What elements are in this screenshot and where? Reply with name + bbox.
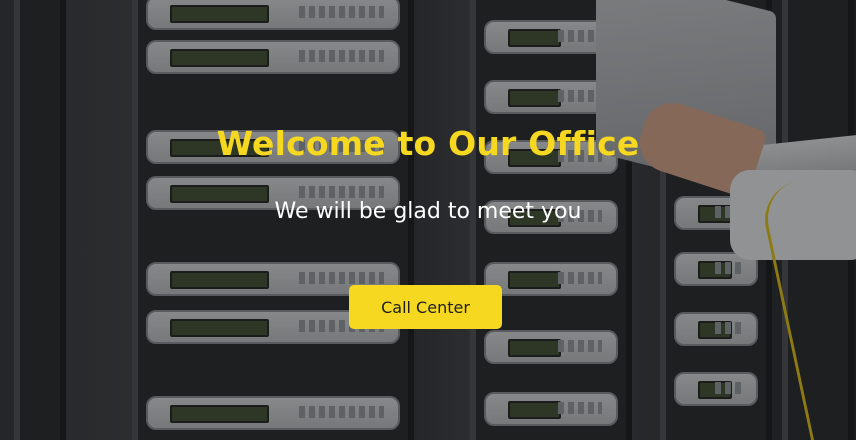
- call-center-button[interactable]: Call Center: [349, 285, 502, 329]
- hero-subtitle: We will be glad to meet you: [274, 199, 582, 224]
- hero-content: Welcome to Our Office We will be glad to…: [0, 0, 856, 440]
- hero-title: Welcome to Our Office: [216, 124, 640, 163]
- hero-section: Welcome to Our Office We will be glad to…: [0, 0, 856, 440]
